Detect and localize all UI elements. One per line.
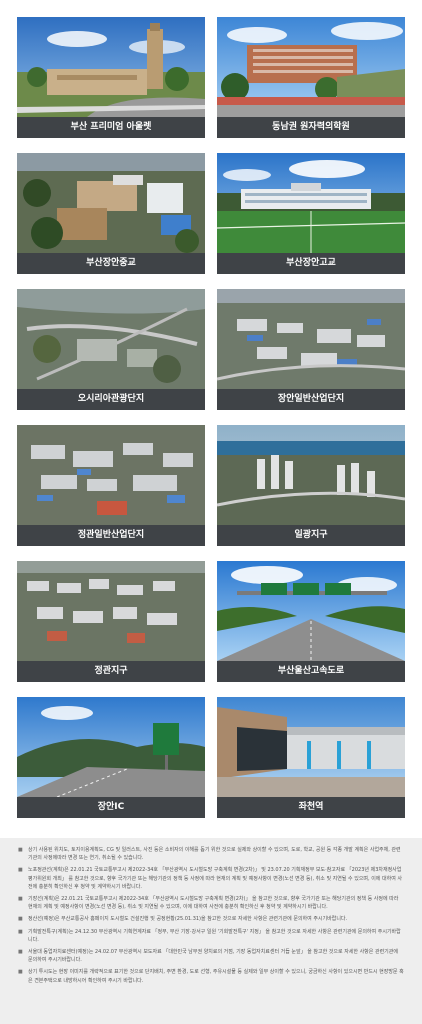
photo-jeonggwan-district xyxy=(17,561,205,661)
photo-jwacheon-station xyxy=(217,697,405,797)
photo-jeonggwan-industrial xyxy=(17,425,205,525)
bullet-icon: ■ xyxy=(18,969,23,976)
gallery-card-jeonggwan-industrial: 정관일반산업단지 xyxy=(17,425,205,546)
disclaimer-note: ■ 정산선(예정)은 부산교통공사 홈페이지 도시철도 건설진행 및 공정현황(2… xyxy=(18,916,348,923)
photo-osiria-tourism xyxy=(17,289,205,389)
gallery-card-jeonggwan-district: 정관지구 xyxy=(17,561,205,682)
photo-jangan-industrial xyxy=(217,289,405,389)
gallery-card-jangan-high-school: 부산장안고교 xyxy=(217,153,405,274)
gallery-card-jwacheon-station: 좌천역 xyxy=(217,697,405,818)
gallery-caption: 오시리아관광단지 xyxy=(17,389,205,410)
gallery-caption: 부산울산고속도로 xyxy=(217,661,405,682)
disclaimer-note: ■ 기장선(계획)은 22.01.21 국토교통부고시 제2022-34호 「부산… xyxy=(18,896,399,911)
gallery-caption: 일광지구 xyxy=(217,525,405,546)
disclaimer-note: ■ 상기 투시도는 현장 이미지를 개략적으로 표기한 것으로 단지배치, 주변 … xyxy=(18,969,404,984)
gallery-caption: 부산장안중교 xyxy=(17,253,205,274)
gallery-caption: 정관지구 xyxy=(17,661,205,682)
gallery-caption: 부산장안고교 xyxy=(217,253,405,274)
photo-jangan-high-school xyxy=(217,153,405,253)
photo-premium-outlet xyxy=(17,17,205,117)
gallery-caption: 동남권 원자력의학원 xyxy=(217,117,405,138)
gallery-card-osiria-tourism: 오시리아관광단지 xyxy=(17,289,205,410)
disclaimer-note: ■ 서울대 동업자치료센터(예정)는 24.02.07 부산광역시 보도자료 「대… xyxy=(18,949,398,964)
photo-jangan-middle-school xyxy=(17,153,205,253)
photo-jangan-ic xyxy=(17,697,205,797)
gallery-caption: 좌천역 xyxy=(217,797,405,818)
bullet-icon: ■ xyxy=(18,867,23,874)
gallery-card-jangan-industrial: 장안일반산업단지 xyxy=(217,289,405,410)
disclaimer-note: ■ 기획발전특구(계획)는 24.12.30 부산광역시 기획연계자료 「정부, … xyxy=(18,928,401,943)
photo-radiological-hospital xyxy=(217,17,405,117)
photo-busan-ulsan-expressway xyxy=(217,561,405,661)
disclaimer-note: ■ 상기 사용된 위치도, 토지이용계획도, CG 및 일러스트, 사진 등은 소… xyxy=(18,847,401,862)
bullet-icon: ■ xyxy=(18,847,23,853)
disclaimer-notes: ■ 상기 사용된 위치도, 토지이용계획도, CG 및 일러스트, 사진 등은 소… xyxy=(0,838,422,1024)
gallery-caption: 장안IC xyxy=(17,797,205,818)
gallery-card-radiological-hospital: 동남권 원자력의학원 xyxy=(217,17,405,138)
bullet-icon: ■ xyxy=(18,916,23,923)
gallery-card-jangan-middle-school: 부산장안중교 xyxy=(17,153,205,274)
gallery-card-ilgwang-district: 일광지구 xyxy=(217,425,405,546)
gallery-card-premium-outlet: 부산 프리미엄 아울렛 xyxy=(17,17,205,138)
bullet-icon: ■ xyxy=(18,949,23,956)
gallery-caption: 부산 프리미엄 아울렛 xyxy=(17,117,205,138)
gallery-card-jangan-ic: 장안IC xyxy=(17,697,205,818)
gallery-card-busan-ulsan-expressway: 부산울산고속도로 xyxy=(217,561,405,682)
bullet-icon: ■ xyxy=(18,928,23,935)
photo-ilgwang-district xyxy=(217,425,405,525)
disclaimer-note: ■ 노포정관선(계획)은 22.01.21 국토교통부고시 제2022-34호 「… xyxy=(18,867,402,890)
bullet-icon: ■ xyxy=(18,896,23,903)
gallery-caption: 정관일반산업단지 xyxy=(17,525,205,546)
gallery-caption: 장안일반산업단지 xyxy=(217,389,405,410)
